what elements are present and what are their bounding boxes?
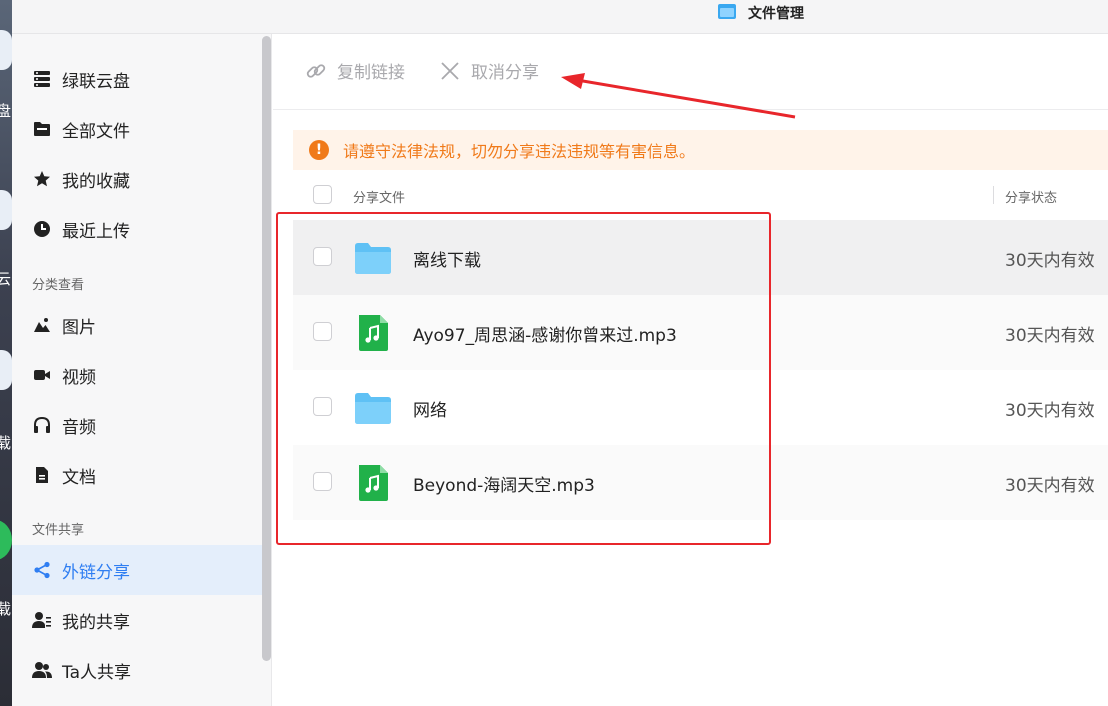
table-header: 分享文件 分享状态 (293, 180, 1108, 212)
sidebar-item-favorites[interactable]: 我的收藏 (12, 154, 262, 204)
desktop-app-icon[interactable] (0, 350, 12, 390)
sidebar-scrollbar[interactable] (262, 36, 271, 661)
window-title: 文件管理 (748, 6, 804, 22)
sidebar-item-others-shares[interactable]: Ta人共享 (12, 645, 262, 695)
image-icon (32, 315, 52, 335)
share-status: 30天内有效 (1005, 401, 1095, 421)
column-header-status: 分享状态 (1005, 191, 1058, 206)
sidebar-item-label: 全部文件 (62, 121, 130, 142)
storage-icon (32, 69, 52, 89)
sidebar-item-label: Ta人共享 (62, 662, 131, 683)
close-icon (441, 61, 459, 80)
annotation-highlight-box (276, 212, 771, 545)
cancel-share-button[interactable]: 取消分享 (439, 58, 539, 83)
sidebar-item-ugreen-cloud[interactable]: 绿联云盘 (12, 54, 262, 104)
sidebar-item-label: 图片 (62, 317, 96, 338)
clock-icon (32, 219, 52, 239)
sidebar-item-label: 我的收藏 (62, 171, 130, 192)
document-icon (32, 465, 52, 485)
desktop-app-icon[interactable] (0, 520, 12, 560)
desktop-label: 载 (0, 434, 12, 452)
sidebar-item-label: 我的共享 (62, 612, 130, 633)
sidebar-item-label: 文档 (62, 467, 96, 488)
annotation-arrow (561, 73, 796, 119)
sidebar-item-label: 最近上传 (62, 221, 130, 242)
sidebar-item-label: 绿联云盘 (62, 71, 130, 92)
desktop-app-icon[interactable] (0, 30, 12, 70)
column-divider[interactable] (993, 186, 994, 204)
sidebar-item-label: 外链分享 (62, 562, 130, 583)
section-label-file-sharing: 文件共享 (32, 523, 85, 538)
select-all-checkbox[interactable] (313, 185, 332, 204)
sidebar-item-my-shares[interactable]: 我的共享 (12, 595, 262, 645)
desktop-background: 盘 云 载 载 (0, 0, 12, 706)
sidebar-item-images[interactable]: 图片 (12, 300, 262, 350)
sidebar-item-recent-uploads[interactable]: 最近上传 (12, 204, 262, 254)
file-manager-app-icon (718, 4, 736, 19)
sidebar-item-label: 视频 (62, 367, 96, 388)
share-icon (32, 560, 52, 580)
sidebar-item-link-share[interactable]: 外链分享 (12, 545, 262, 595)
copy-link-button[interactable]: 复制链接 (305, 58, 405, 83)
desktop-label: 盘 (0, 102, 12, 120)
star-icon (32, 169, 52, 189)
desktop-app-icon[interactable] (0, 190, 12, 230)
share-status: 30天内有效 (1005, 326, 1095, 346)
user-share-icon (32, 610, 52, 630)
section-label-categories: 分类查看 (32, 278, 85, 293)
warning-icon: ! (309, 140, 329, 160)
column-header-name: 分享文件 (353, 191, 406, 206)
share-status: 30天内有效 (1005, 476, 1095, 496)
share-status: 30天内有效 (1005, 251, 1095, 271)
copy-link-label: 复制链接 (337, 63, 405, 83)
desktop-label: 云 (0, 270, 12, 288)
legal-notice-text: 请遵守法律法规，切勿分享违法违规等有害信息。 (343, 142, 696, 161)
sidebar-item-all-files[interactable]: 全部文件 (12, 104, 262, 154)
sidebar-item-documents[interactable]: 文档 (12, 450, 262, 500)
sidebar-item-label: 音频 (62, 417, 96, 438)
title-bar: 文件管理 (12, 0, 1108, 34)
desktop-label: 载 (0, 600, 12, 618)
sidebar-item-audio[interactable]: 音频 (12, 400, 262, 450)
legal-notice-banner: ! 请遵守法律法规，切勿分享违法违规等有害信息。 (293, 130, 1108, 170)
cancel-share-label: 取消分享 (471, 63, 539, 83)
users-icon (32, 660, 52, 680)
folder-icon (32, 119, 52, 139)
sidebar: 绿联云盘 全部文件 我的收藏 最近上传 分类查看 图片 视频 音频 文档 文件共… (12, 34, 272, 706)
headphones-icon (32, 415, 52, 435)
video-icon (32, 365, 52, 385)
link-icon (306, 63, 326, 78)
sidebar-item-videos[interactable]: 视频 (12, 350, 262, 400)
